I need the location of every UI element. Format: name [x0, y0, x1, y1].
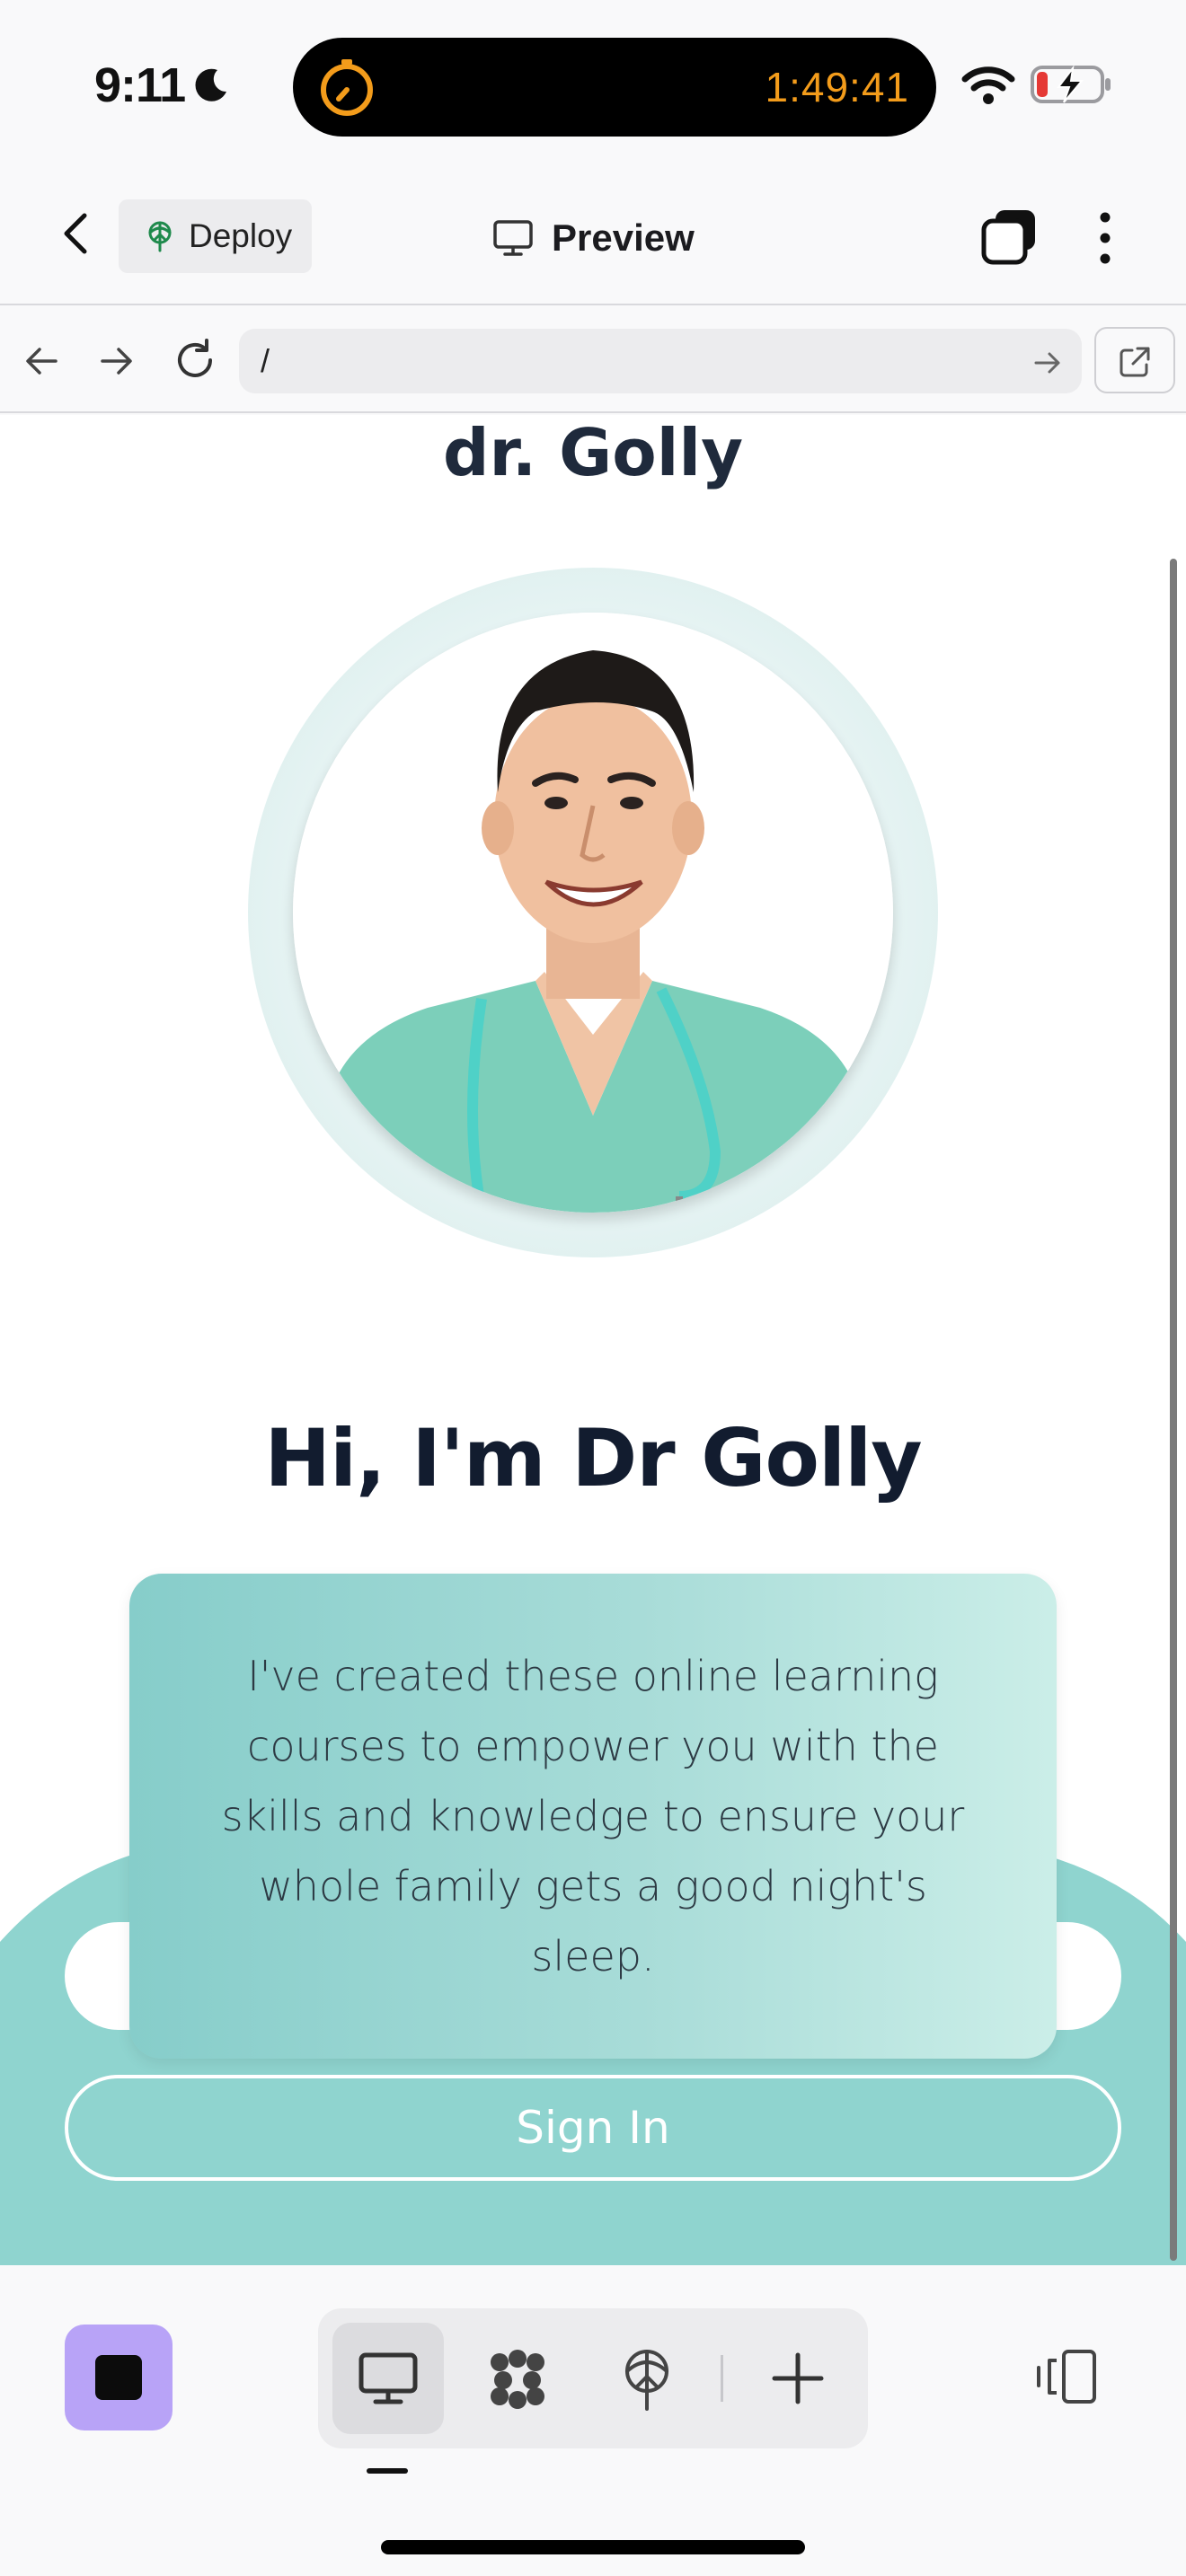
- url-input[interactable]: [239, 329, 1082, 393]
- portrait-ring: [248, 568, 938, 1257]
- stop-button[interactable]: [65, 2325, 173, 2430]
- url-bar: [0, 307, 1186, 413]
- webview: dr. Golly Hi, I'm Dr Golly I've created …: [0, 415, 1186, 2265]
- desktop-view-button[interactable]: [332, 2323, 444, 2434]
- doctor-illustration: [293, 613, 893, 1213]
- doctor-portrait: [293, 613, 893, 1213]
- app-header: Deploy Preview: [0, 171, 1186, 305]
- deploy-icon: [625, 2350, 668, 2411]
- nav-forward-icon[interactable]: [95, 340, 138, 383]
- active-tab-indicator: [367, 2468, 408, 2474]
- plus-icon: [772, 2352, 824, 2404]
- deploy-icon: [148, 221, 172, 252]
- open-external-button[interactable]: [1094, 327, 1175, 393]
- status-bar: 9:11 1:49:41: [0, 0, 1186, 171]
- intro-text: I've created these online learning cours…: [221, 1652, 965, 1981]
- status-clock: 9:11: [94, 58, 186, 112]
- apps-icon: [491, 2350, 544, 2409]
- deploy-button[interactable]: Deploy: [119, 199, 312, 273]
- preview-label: Preview: [552, 216, 695, 259]
- battery-charging-icon: [1031, 65, 1111, 103]
- reload-icon[interactable]: [171, 336, 219, 384]
- toolbar-divider: [721, 2355, 723, 2402]
- view-switcher: [318, 2308, 868, 2448]
- arrow-right-icon[interactable]: [1031, 347, 1064, 379]
- open-external-icon: [1120, 347, 1150, 377]
- more-icon[interactable]: [1087, 207, 1123, 269]
- dynamic-island: 1:49:41: [293, 38, 936, 137]
- moon-icon: [195, 68, 226, 101]
- timer-text: 1:49:41: [765, 64, 909, 110]
- split-view-icon[interactable]: [1033, 2342, 1102, 2411]
- page-scrollbar[interactable]: [1170, 559, 1177, 2265]
- deploy-view-button[interactable]: [591, 2323, 703, 2434]
- brand-title: dr. Golly: [442, 415, 744, 490]
- apps-view-button[interactable]: [462, 2323, 573, 2434]
- hero-heading: Hi, I'm Dr Golly: [264, 1412, 922, 1504]
- deploy-label: Deploy: [189, 217, 293, 254]
- home-indicator: [381, 2540, 805, 2554]
- bottom-toolbar: [0, 2267, 1186, 2576]
- stop-icon: [95, 2355, 142, 2400]
- timer-icon: [321, 59, 373, 116]
- tabs-icon[interactable]: [979, 207, 1040, 268]
- back-icon[interactable]: [54, 207, 99, 260]
- monitor-icon: [493, 220, 533, 256]
- intro-card: I've created these online learning cours…: [129, 1574, 1057, 2059]
- sign-in-button[interactable]: Sign In: [65, 2075, 1121, 2181]
- wifi-icon: [961, 66, 1015, 104]
- desktop-icon: [358, 2352, 418, 2404]
- add-button[interactable]: [742, 2323, 854, 2434]
- nav-back-icon[interactable]: [20, 340, 63, 383]
- preview-tab[interactable]: Preview: [492, 207, 695, 269]
- scroll-thumb[interactable]: [1170, 559, 1177, 2261]
